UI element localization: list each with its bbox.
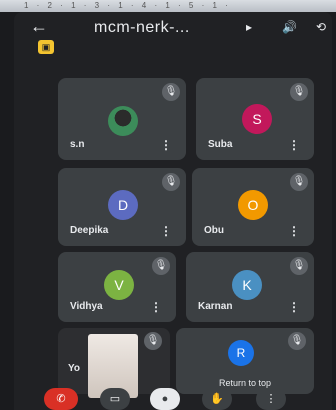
muted-mic-icon: 🎙 <box>290 83 308 101</box>
switch-camera-icon[interactable]: ⟲ <box>316 20 326 34</box>
participant-name: Yo <box>68 363 81 374</box>
participant-name: s.n <box>70 139 85 150</box>
muted-mic-icon: 🎙 <box>288 332 306 350</box>
participant-name: Deepika <box>70 225 109 236</box>
muted-mic-icon: 🎙 <box>290 173 308 191</box>
participant-name: Suba <box>208 139 233 150</box>
call-controls: ✆ ▭ ● ✋ ⋮ <box>14 382 332 410</box>
mic-button[interactable]: ● <box>150 388 180 410</box>
camera-button[interactable]: ▭ <box>100 388 130 410</box>
participant-name: Karnan <box>198 301 233 312</box>
speaker-icon[interactable]: 🔊 <box>282 20 297 34</box>
participant-tile[interactable]: 🎙 O Obu ⋮ <box>192 168 314 246</box>
more-options-icon[interactable]: ⋮ <box>150 300 162 314</box>
participant-name: Obu <box>204 225 224 236</box>
participant-name: Vidhya <box>70 301 103 312</box>
avatar: S <box>242 104 272 134</box>
ruler: 1 · 2 · 1 · 3 · 1 · 4 · 1 · 5 · 1 · <box>0 0 336 12</box>
meeting-title: mcm-nerk-... <box>94 19 190 36</box>
more-options-icon[interactable]: ⋮ <box>288 300 300 314</box>
more-options-icon[interactable]: ⋮ <box>288 138 300 152</box>
more-options-icon[interactable]: ⋮ <box>288 224 300 238</box>
meet-screen: ← mcm-nerk-... ▸ 🔊 ⟲ ▣ 🎙 s.n ⋮ 🎙 S Suba … <box>14 12 332 410</box>
participant-tile[interactable]: 🎙 S Suba ⋮ <box>196 78 314 160</box>
participant-tile[interactable]: 🎙 D Deepika ⋮ <box>58 168 186 246</box>
more-options-icon[interactable]: ⋮ <box>160 138 172 152</box>
more-options-button[interactable]: ⋮ <box>256 388 286 410</box>
avatar: K <box>232 270 262 300</box>
participant-tile[interactable]: 🎙 K Karnan ⋮ <box>186 252 314 322</box>
more-options-icon[interactable]: ⋮ <box>160 224 172 238</box>
participant-tile[interactable]: 🎙 V Vidhya ⋮ <box>58 252 176 322</box>
muted-mic-icon: 🎙 <box>162 83 180 101</box>
avatar <box>108 106 138 136</box>
muted-mic-icon: 🎙 <box>152 257 170 275</box>
end-call-button[interactable]: ✆ <box>44 388 78 410</box>
avatar: R <box>228 340 254 366</box>
raise-hand-button[interactable]: ✋ <box>202 388 232 410</box>
muted-mic-icon: 🎙 <box>144 332 162 350</box>
share-screen-icon[interactable]: ▣ <box>38 40 54 54</box>
back-icon[interactable]: ← <box>30 16 48 36</box>
cast-icon[interactable]: ▸ <box>246 20 252 34</box>
muted-mic-icon: 🎙 <box>290 257 308 275</box>
avatar: V <box>104 270 134 300</box>
muted-mic-icon: 🎙 <box>162 173 180 191</box>
participant-tile[interactable]: 🎙 s.n ⋮ <box>58 78 186 160</box>
avatar: D <box>108 190 138 220</box>
avatar: O <box>238 190 268 220</box>
